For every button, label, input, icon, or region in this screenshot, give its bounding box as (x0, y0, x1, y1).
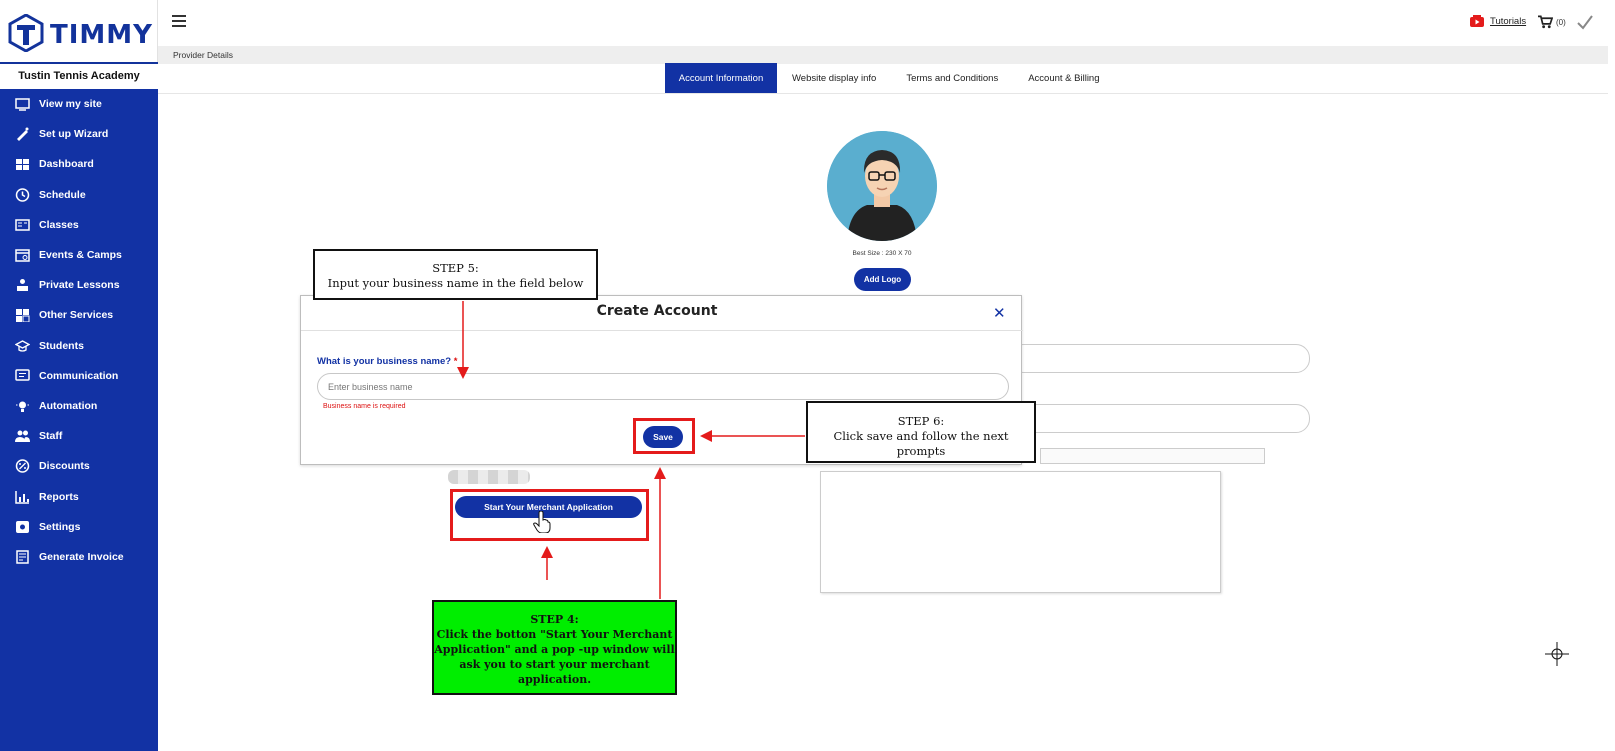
cart-icon (1538, 15, 1553, 29)
step5-title: STEP 5: (432, 261, 479, 275)
sidebar-item-events-camps[interactable]: Events & Camps (0, 240, 158, 270)
wizard-icon (14, 127, 30, 142)
sidebar-item-discounts[interactable]: Discounts (0, 451, 158, 481)
tab-website-display-info[interactable]: Website display info (777, 63, 891, 94)
sidebar-item-label: View my site (39, 98, 102, 111)
bulb-icon (14, 399, 30, 413)
clock-icon (14, 187, 30, 202)
sidebar-item-label: Dashboard (39, 158, 94, 171)
sidebar-item-label: Classes (39, 218, 79, 231)
crosshair-cursor-icon (1545, 642, 1569, 666)
logo-text: TIMMY (50, 20, 153, 50)
reports-icon (14, 490, 30, 504)
logo[interactable]: TIMMY (0, 0, 158, 62)
sidebar-item-settings[interactable]: Settings (0, 512, 158, 542)
sidebar-item-label: Private Lessons (39, 279, 120, 292)
step5-text: Input your business name in the field be… (327, 276, 584, 290)
tab-account-information[interactable]: Account Information (665, 63, 777, 94)
step6-text: Click save and follow the next prompts (833, 429, 1009, 458)
business-name-error: Business name is required (323, 403, 406, 410)
tutorials-link[interactable]: Tutorials (1470, 15, 1526, 27)
best-size-hint: Best Size : 230 X 70 (852, 250, 912, 257)
sidebar-item-label: Automation (39, 399, 98, 412)
sidebar-item-communication[interactable]: Communication (0, 361, 158, 391)
sidebar-item-label: Events & Camps (39, 249, 122, 262)
sidebar-item-dashboard[interactable]: Dashboard (0, 149, 158, 179)
close-icon[interactable]: ✕ (993, 304, 1006, 322)
cart-count: (0) (1556, 17, 1566, 27)
top-bar: Tutorials (0) (158, 0, 1615, 46)
sidebar-item-view-my-site[interactable]: View my site (0, 89, 158, 119)
sidebar-item-generate-invoice[interactable]: Generate Invoice (0, 542, 158, 572)
menu-toggle-icon[interactable] (172, 15, 186, 27)
timmy-logo-icon (8, 14, 44, 52)
sidebar-item-students[interactable]: Students (0, 331, 158, 361)
tab-divider (158, 93, 1608, 94)
sidebar-item-label: Other Services (39, 309, 114, 322)
step4-callout: STEP 4: Click the botton "Start Your Mer… (432, 600, 677, 695)
dashboard-icon (14, 157, 30, 171)
merchant-highlight-box (450, 489, 649, 541)
people-icon (14, 429, 30, 443)
avatar-illustration-icon (827, 131, 937, 241)
tutorials-label: Tutorials (1490, 15, 1527, 27)
step4-title: STEP 4: (530, 613, 579, 626)
private-lessons-icon (14, 278, 30, 292)
tab-bar: Account Information Website display info T… (665, 63, 1115, 94)
tab-account-billing[interactable]: Account & Billing (1013, 63, 1114, 94)
business-name-label: What is your business name? * (317, 356, 457, 367)
sidebar-item-label: Reports (39, 490, 79, 503)
save-highlight-box (633, 418, 695, 454)
business-name-input[interactable] (317, 373, 1009, 400)
background-input-field[interactable] (1010, 404, 1310, 433)
services-icon (14, 308, 30, 323)
sidebar-item-reports[interactable]: Reports (0, 481, 158, 511)
tab-terms-and-conditions[interactable]: Terms and Conditions (891, 63, 1013, 94)
sidebar-item-other-services[interactable]: Other Services (0, 300, 158, 330)
background-text-area[interactable] (820, 471, 1221, 593)
sidebar-item-label: Discounts (39, 460, 90, 473)
invoice-icon (14, 550, 30, 564)
add-logo-button[interactable]: Add Logo (854, 268, 911, 291)
sidebar-item-label: Staff (39, 430, 63, 443)
settings-icon (14, 520, 30, 534)
sidebar: TIMMY Tustin Tennis Academy View my site… (0, 0, 158, 751)
modal-title: Create Account (596, 303, 718, 319)
sidebar-item-label: Students (39, 339, 84, 352)
youtube-icon (1470, 15, 1484, 27)
background-input-field[interactable] (1010, 344, 1310, 373)
loading-placeholder (448, 470, 530, 484)
classes-icon (14, 218, 30, 232)
avatar (827, 131, 937, 241)
step6-title: STEP 6: (897, 414, 945, 428)
sidebar-item-label: Set up Wizard (39, 128, 109, 141)
sidebar-item-private-lessons[interactable]: Private Lessons (0, 270, 158, 300)
business-name-label-text: What is your business name? (317, 356, 452, 367)
sidebar-nav: View my site Set up Wizard Dashboard Schedu… (0, 89, 158, 751)
sidebar-item-staff[interactable]: Staff (0, 421, 158, 451)
chat-icon (14, 369, 30, 383)
step6-callout: STEP 6: Click save and follow the next p… (806, 401, 1036, 463)
step5-callout: STEP 5: Input your business name in the … (313, 249, 598, 300)
sidebar-item-label: Settings (39, 520, 81, 533)
graduation-cap-icon (14, 339, 30, 353)
background-input-strip (1040, 448, 1265, 464)
sidebar-item-set-up-wizard[interactable]: Set up Wizard (0, 119, 158, 149)
sidebar-item-automation[interactable]: Automation (0, 391, 158, 421)
view-site-icon (14, 97, 30, 111)
step4-text: Click the botton "Start Your Merchant Ap… (434, 628, 675, 686)
sidebar-item-classes[interactable]: Classes (0, 210, 158, 240)
organization-name: Tustin Tennis Academy (0, 62, 158, 89)
required-marker: * (453, 356, 458, 367)
sidebar-item-label: Schedule (39, 188, 86, 201)
breadcrumb: Provider Details (158, 46, 1608, 64)
modal-divider (301, 330, 1023, 331)
sidebar-item-label: Generate Invoice (39, 550, 124, 563)
cart-button[interactable]: (0) (1538, 15, 1566, 29)
sidebar-item-label: Communication (39, 369, 119, 382)
calendar-icon (14, 248, 30, 262)
sidebar-item-schedule[interactable]: Schedule (0, 180, 158, 210)
checkmark-icon[interactable] (1576, 13, 1594, 31)
percent-icon (14, 459, 30, 474)
